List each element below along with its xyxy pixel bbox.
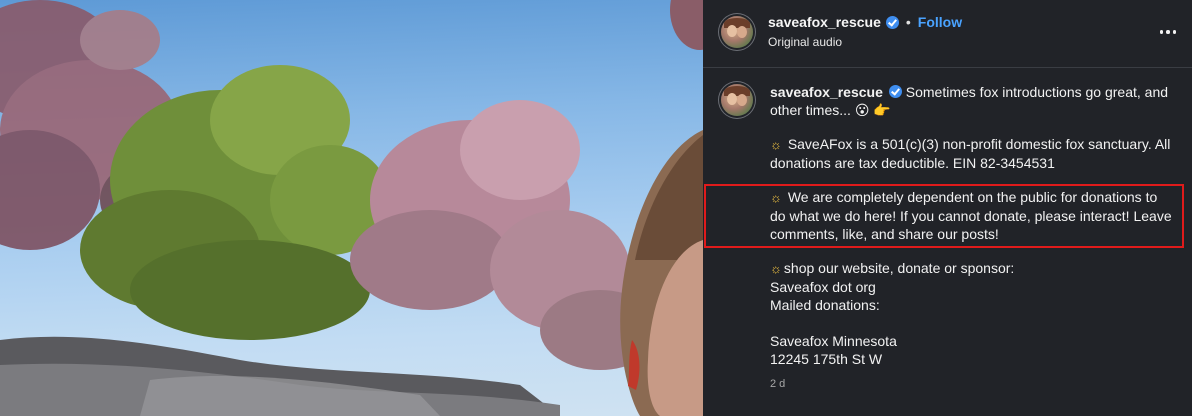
video-frame-illustration — [0, 0, 703, 416]
post-caption: saveafox_rescue Sometimes fox introducti… — [770, 83, 1175, 368]
caption-username[interactable]: saveafox_rescue — [770, 84, 883, 100]
author-row: saveafox_rescue • Follow — [768, 14, 962, 30]
address-street-line: 12245 175th St W — [770, 351, 883, 367]
post-timestamp[interactable]: 2 d — [770, 378, 785, 390]
nonprofit-text: SaveAFox is a 501(c)(3) non-profit domes… — [770, 136, 1171, 171]
sun-icon: ☼ — [770, 137, 782, 152]
verified-badge-icon — [888, 85, 902, 98]
sun-icon: ☼ — [770, 261, 782, 276]
author-username[interactable]: saveafox_rescue — [768, 14, 881, 30]
caption-donation-info: ☼ shop our website, donate or sponsor: Sa… — [770, 259, 1175, 368]
address-org-line: Saveafox Minnesota — [770, 333, 897, 349]
shop-line: shop our website, donate or sponsor: — [783, 260, 1015, 276]
dependent-text: We are completely dependent on the publi… — [770, 189, 1172, 242]
sun-icon: ☼ — [770, 190, 782, 205]
author-avatar[interactable] — [721, 16, 753, 48]
video-player[interactable] — [0, 0, 703, 416]
mailed-donations-line: Mailed donations: — [770, 297, 880, 313]
caption-paragraph-dependent: ☼ We are completely dependent on the pub… — [770, 188, 1175, 243]
post-info-panel: saveafox_rescue • Follow Original audio … — [703, 0, 1192, 416]
caption-intro: saveafox_rescue Sometimes fox introducti… — [770, 83, 1175, 119]
website-line: Saveafox dot org — [770, 279, 876, 295]
separator-dot: • — [905, 14, 911, 30]
original-audio-link[interactable]: Original audio — [768, 35, 842, 49]
reel-viewer: saveafox_rescue • Follow Original audio … — [0, 0, 1192, 416]
verified-badge-icon — [885, 15, 899, 29]
caption-paragraph-nonprofit: ☼ SaveAFox is a 501(c)(3) non-profit dom… — [770, 135, 1175, 172]
caption-emoji: 😮 👉 — [854, 102, 891, 118]
follow-button[interactable]: Follow — [918, 14, 962, 30]
post-header: saveafox_rescue • Follow Original audio — [703, 0, 1192, 68]
caption-author-avatar[interactable] — [721, 84, 753, 116]
more-options-icon[interactable] — [1156, 20, 1180, 44]
